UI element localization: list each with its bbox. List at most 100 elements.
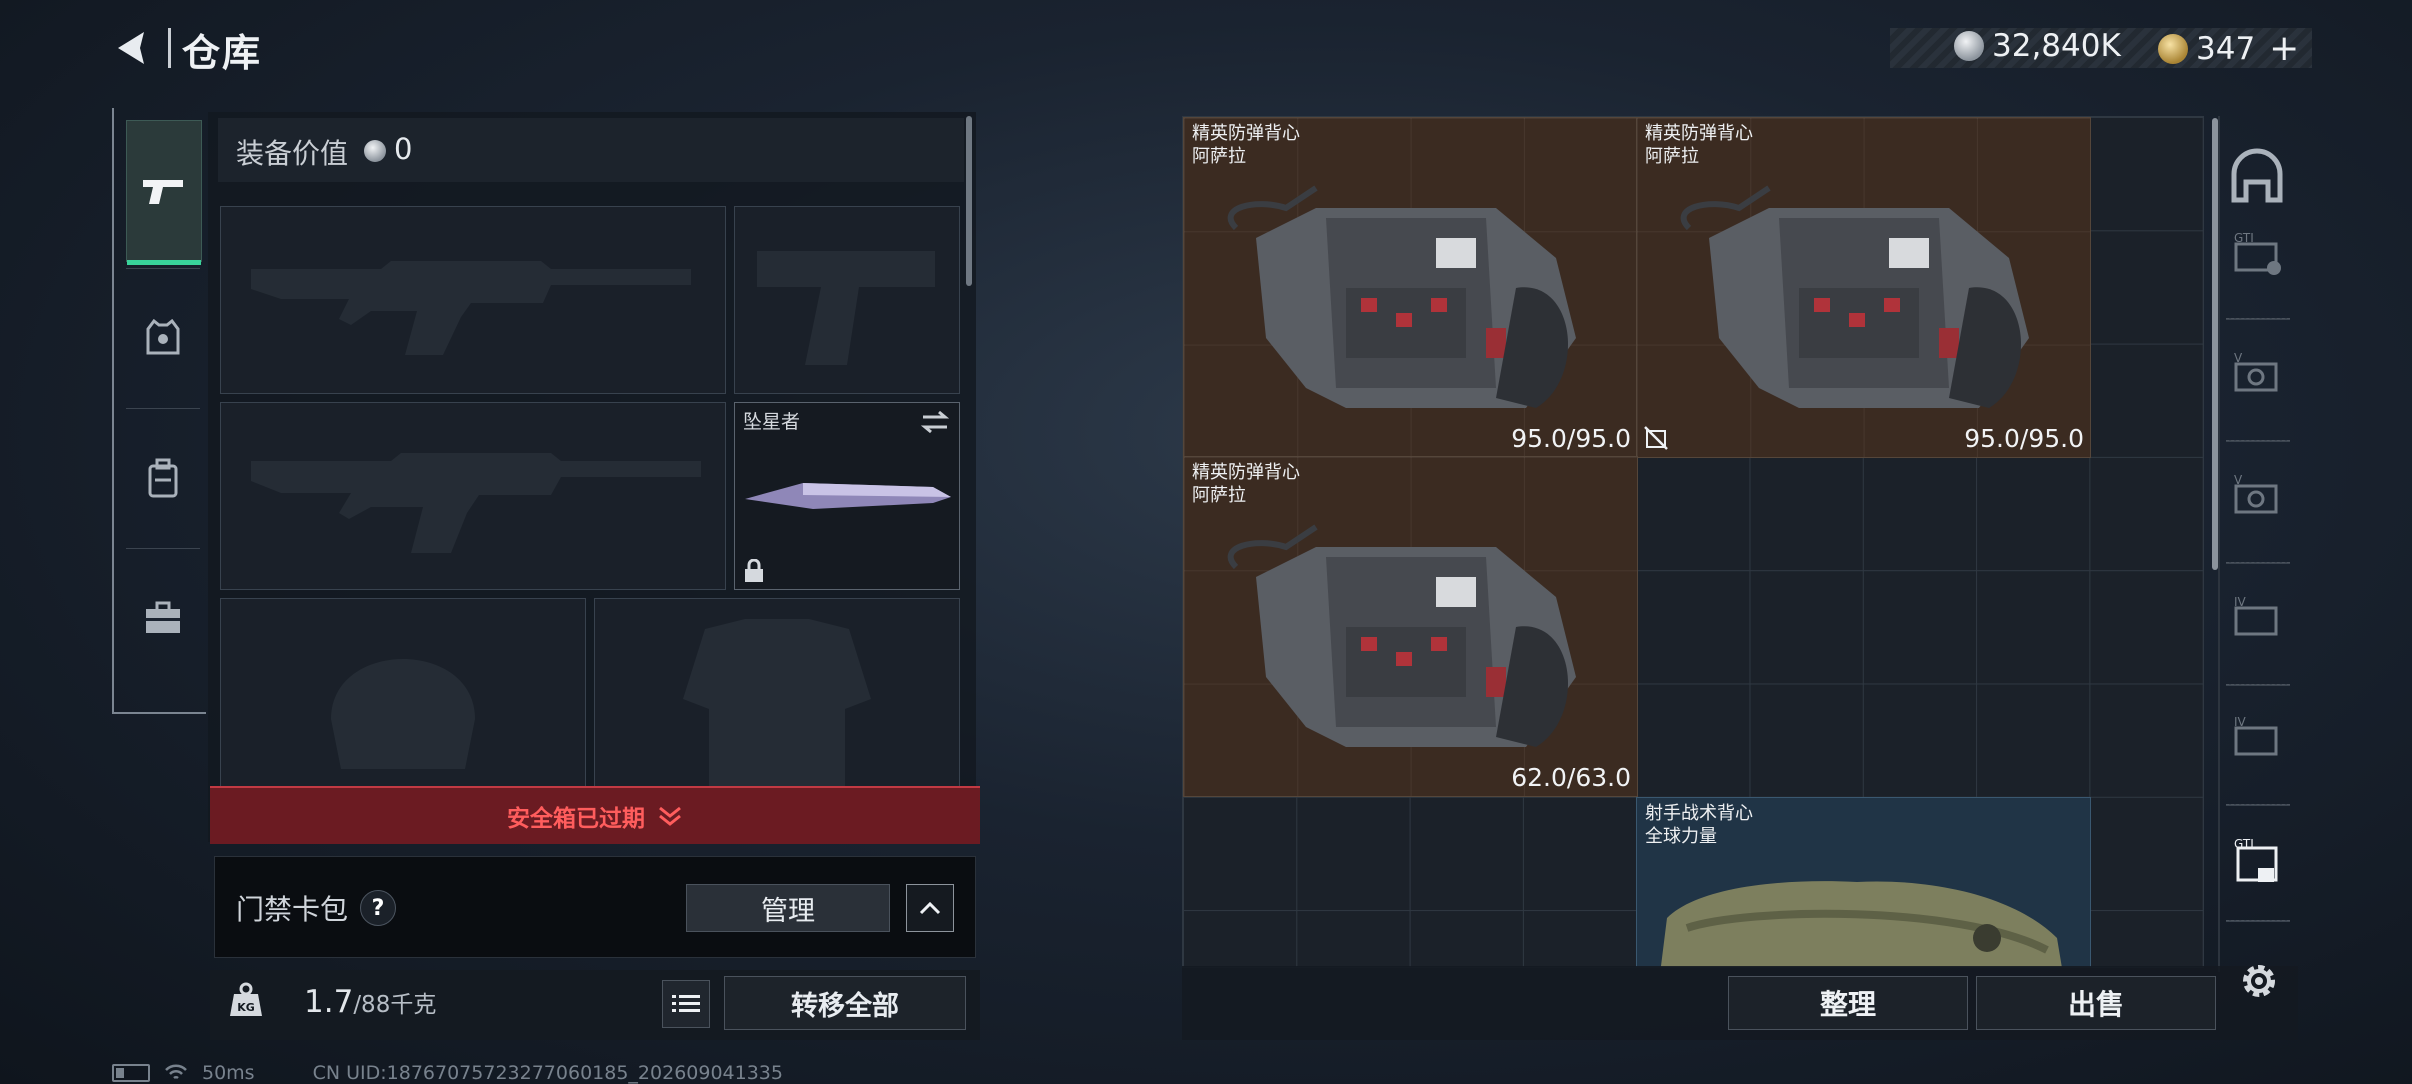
gti-selected-container-icon[interactable]: GTI	[2228, 834, 2286, 892]
armor-vest-image	[1227, 524, 1576, 747]
melee-item-name: 坠星者	[743, 411, 801, 433]
active-tab-indicator	[127, 260, 201, 265]
add-currency-icon[interactable]: +	[2269, 28, 2299, 69]
nav-bottom-line	[112, 712, 206, 714]
silver-coin-icon	[364, 140, 386, 162]
stash-grid[interactable]: 精英防弹背心 阿萨拉 95.0/95.0 精英防弹背心 阿萨拉 95.0/95.…	[1182, 116, 2204, 968]
item-brand: 阿萨拉	[1645, 146, 1699, 167]
item-name: 精英防弹背心	[1645, 123, 1753, 144]
category-nav	[112, 108, 206, 714]
item-name-block: 精英防弹背心 阿萨拉	[1192, 461, 1300, 507]
keycard-bag-label: 门禁卡包	[236, 893, 349, 926]
pistol-silhouette-icon	[757, 251, 935, 365]
armor-slot[interactable]	[594, 598, 960, 788]
ping-text: 50ms	[202, 1062, 255, 1084]
svg-text:KG: KG	[237, 1001, 255, 1014]
rifle-silhouette-icon	[251, 261, 691, 355]
side-divider	[2226, 684, 2290, 686]
carry-weight-current: 1.7	[304, 984, 354, 1020]
pistol-icon	[143, 180, 183, 204]
equip-value-label: 装备价值	[236, 137, 349, 170]
svg-text:IV: IV	[2234, 595, 2247, 609]
item-durability: 95.0/95.0	[1964, 424, 2084, 453]
gold-amount: 347	[2196, 30, 2256, 67]
stash-item[interactable]: 精英防弹背心 阿萨拉 95.0/95.0	[1636, 117, 2091, 458]
toolbox-icon	[146, 601, 180, 633]
melee-knife-icon	[745, 483, 951, 509]
collapse-button[interactable]	[906, 884, 954, 932]
tab-weapons[interactable]	[126, 120, 202, 265]
manage-button[interactable]: 管理	[686, 884, 890, 932]
primary-weapon-slot[interactable]	[220, 206, 726, 394]
gear-icon[interactable]	[2236, 958, 2282, 1004]
loadout-scrollbar[interactable]	[966, 116, 972, 286]
tactical-vest-image	[1660, 881, 2062, 967]
carry-weight-max: /88千克	[353, 992, 437, 1018]
sort-button[interactable]: 整理	[1728, 976, 1968, 1030]
item-name: 精英防弹背心	[1192, 462, 1300, 483]
sidearm-slot[interactable]	[734, 206, 960, 394]
v-container-icon-2[interactable]: V	[2228, 470, 2286, 528]
safebox-expired-text: 安全箱已过期	[507, 806, 645, 832]
back-arrow-icon[interactable]	[110, 26, 154, 70]
v-container-icon[interactable]: V	[2228, 348, 2286, 406]
stash-side-divider	[2218, 116, 2220, 972]
sell-button[interactable]: 出售	[1976, 976, 2216, 1030]
armor-vest-image	[1680, 185, 2029, 408]
helmet-silhouette-icon	[331, 659, 475, 769]
wifi-icon	[165, 1064, 187, 1080]
side-divider	[2226, 318, 2290, 320]
backpack-icon	[148, 458, 178, 498]
transfer-all-button[interactable]: 转移全部	[724, 976, 966, 1030]
status-bar: 50ms CN UID:18767075723277060185_2026090…	[112, 1062, 783, 1084]
warehouse-icon[interactable]	[2228, 148, 2286, 206]
item-name: 射手战术背心	[1645, 803, 1753, 824]
gold-coin-icon	[2158, 33, 2188, 64]
no-sell-icon	[1644, 426, 1668, 450]
svg-text:GTI: GTI	[2234, 837, 2254, 851]
battery-icon	[112, 1064, 150, 1082]
item-name-block: 精英防弹背心 阿萨拉	[1645, 122, 1753, 168]
helmet-slot[interactable]	[220, 598, 586, 788]
tab-toolbox[interactable]	[126, 548, 200, 688]
svg-text:IV: IV	[2234, 715, 2247, 729]
gti-container-icon[interactable]: GTI	[2228, 228, 2286, 286]
item-durability: 62.0/63.0	[1511, 763, 1631, 792]
equip-value-amount: 0	[394, 132, 413, 166]
vest-silhouette-icon	[683, 619, 871, 787]
item-name-block: 射手战术背心 全球力量	[1645, 802, 1753, 848]
tab-armor[interactable]	[126, 268, 200, 408]
item-brand: 全球力量	[1645, 826, 1717, 847]
stash-item[interactable]: 射手战术背心 全球力量	[1636, 797, 2091, 967]
svg-text:GTI: GTI	[2234, 231, 2254, 245]
item-durability: 95.0/95.0	[1511, 424, 1631, 453]
item-name-block: 精英防弹背心 阿萨拉	[1192, 122, 1300, 168]
weight-kg-icon: KG	[230, 982, 262, 1016]
lock-icon	[745, 559, 763, 582]
stash-item[interactable]: 精英防弹背心 阿萨拉 95.0/95.0	[1183, 117, 1638, 458]
swap-icon[interactable]	[919, 409, 951, 435]
safebox-expired-banner[interactable]: 安全箱已过期	[210, 786, 980, 844]
silver-amount: 32,840K	[1992, 28, 2121, 64]
iv-container-icon[interactable]: IV	[2228, 592, 2286, 650]
help-icon[interactable]: ?	[360, 890, 396, 926]
iv-container-icon-2[interactable]: IV	[2228, 712, 2286, 770]
side-divider	[2226, 562, 2290, 564]
melee-slot[interactable]: 坠星者	[734, 402, 960, 590]
tab-backpack[interactable]	[126, 408, 200, 548]
stash-item[interactable]: 精英防弹背心 阿萨拉 62.0/63.0	[1183, 456, 1638, 797]
uid-text: CN UID:18767075723277060185_202609041335	[312, 1062, 783, 1084]
side-divider	[2226, 804, 2290, 806]
side-divider	[2226, 920, 2290, 922]
silver-currency: 32,840K	[1954, 28, 2121, 64]
item-brand: 阿萨拉	[1192, 146, 1246, 167]
chevron-down-double-icon	[659, 806, 681, 826]
armor-vest-icon	[146, 319, 180, 355]
rifle-silhouette-icon	[251, 453, 701, 553]
item-brand: 阿萨拉	[1192, 485, 1246, 506]
gold-currency[interactable]: 347 +	[2158, 28, 2299, 69]
chevron-up-icon	[919, 901, 941, 915]
secondary-weapon-slot[interactable]	[220, 402, 726, 590]
list-view-button[interactable]	[662, 980, 710, 1028]
armor-vest-image	[1227, 185, 1576, 408]
